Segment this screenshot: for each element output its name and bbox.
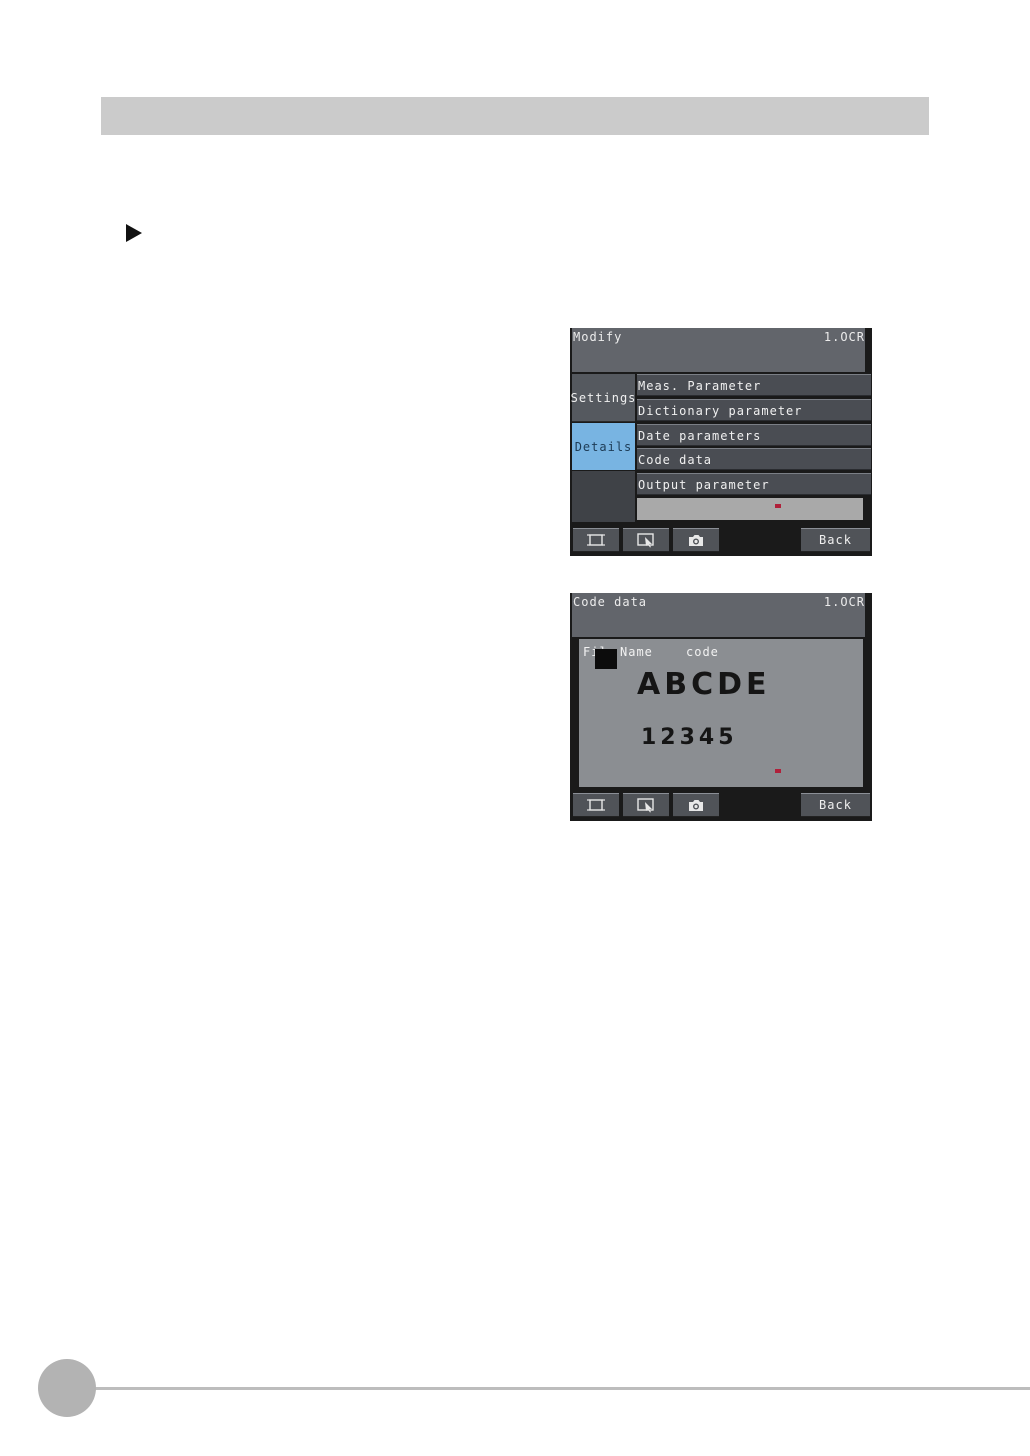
frame-icon — [587, 534, 605, 546]
side-panel-fill — [572, 471, 635, 522]
back-button[interactable]: Back — [801, 793, 870, 817]
indicator-dot — [775, 769, 781, 773]
modify-screen: Modify 1.OCR Settings Details Meas. Para… — [570, 328, 872, 556]
camera-icon — [689, 535, 703, 546]
code-number-sample: 12345 — [641, 725, 738, 750]
zoom-button[interactable] — [623, 528, 669, 552]
frame-icon — [587, 799, 605, 811]
column-code: code — [686, 645, 719, 659]
details-menu: Meas. Parameter Dictionary parameter Dat… — [637, 374, 871, 498]
file-cursor-block[interactable] — [595, 649, 617, 669]
scene-mode-label: 1.OCR — [823, 330, 865, 344]
menu-item-dictionary-parameter[interactable]: Dictionary parameter — [637, 398, 871, 421]
screen-title: Modify — [573, 330, 623, 344]
screen-title: Code data — [573, 595, 648, 609]
menu-item-output-parameter[interactable]: Output parameter — [637, 473, 871, 496]
tab-settings[interactable]: Settings — [571, 374, 635, 422]
frame-button[interactable] — [573, 793, 619, 817]
footer-rule — [92, 1387, 1030, 1390]
column-name: Name — [620, 645, 653, 659]
indicator-dot — [775, 504, 781, 508]
tab-details[interactable]: Details — [572, 423, 635, 470]
title-bar: Code data 1.OCR — [572, 593, 865, 637]
capture-button[interactable] — [673, 793, 719, 817]
frame-button[interactable] — [573, 528, 619, 552]
code-text-sample: ABCDE — [637, 667, 771, 702]
bottom-toolbar: Back — [570, 791, 872, 821]
triangle-bullet-icon — [126, 224, 142, 242]
section-header-bar — [101, 97, 929, 135]
menu-item-code-data[interactable]: Code data — [637, 448, 871, 471]
menu-empty-row — [637, 498, 863, 520]
code-data-screen: Code data 1.OCR File Name code ABCDE 123… — [570, 593, 872, 821]
zoom-cursor-icon — [637, 533, 654, 548]
code-panel: File Name code ABCDE 12345 — [579, 639, 863, 787]
scene-mode-label: 1.OCR — [823, 595, 865, 609]
camera-icon — [689, 800, 703, 811]
menu-item-date-parameters[interactable]: Date parameters — [637, 423, 871, 446]
bottom-toolbar: Back — [570, 526, 872, 556]
title-bar: Modify 1.OCR — [572, 328, 865, 372]
back-button[interactable]: Back — [801, 528, 870, 552]
capture-button[interactable] — [673, 528, 719, 552]
zoom-cursor-icon — [637, 798, 654, 813]
page-number-circle — [38, 1359, 96, 1417]
menu-item-meas-parameter[interactable]: Meas. Parameter — [637, 374, 871, 396]
zoom-button[interactable] — [623, 793, 669, 817]
